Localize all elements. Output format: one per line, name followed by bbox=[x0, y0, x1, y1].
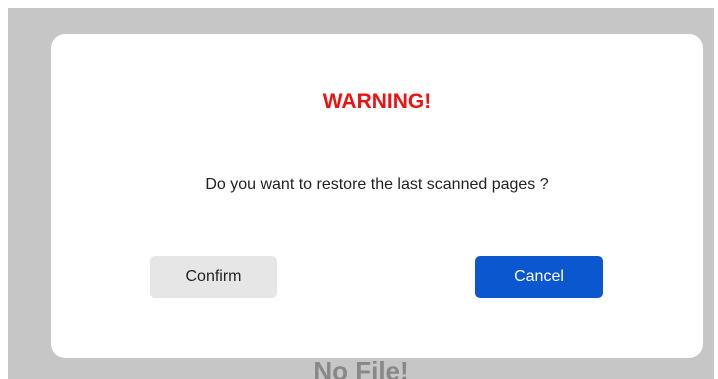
cancel-button[interactable]: Cancel bbox=[475, 256, 603, 298]
no-file-message: No File! bbox=[313, 356, 409, 379]
dialog-message: Do you want to restore the last scanned … bbox=[205, 176, 549, 193]
modal-overlay: No File! WARNING! Do you want to restore… bbox=[8, 8, 714, 379]
warning-title: WARNING! bbox=[322, 90, 432, 113]
restore-dialog: WARNING! Do you want to restore the last… bbox=[51, 34, 703, 358]
confirm-button[interactable]: Confirm bbox=[150, 256, 277, 298]
